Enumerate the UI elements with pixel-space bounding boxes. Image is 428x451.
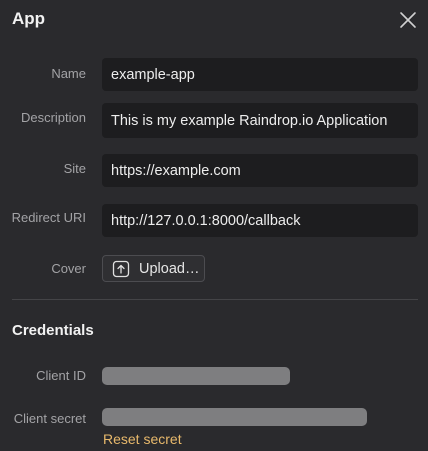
client-id-label: Client ID	[36, 368, 86, 383]
name-field[interactable]	[102, 58, 418, 91]
close-button[interactable]	[397, 9, 419, 31]
redirect-uri-label: Redirect URI	[11, 210, 86, 225]
site-label: Site	[63, 161, 86, 176]
upload-button[interactable]: Upload…	[102, 255, 205, 282]
divider	[12, 299, 418, 300]
credentials-heading: Credentials	[12, 322, 94, 339]
reset-secret-link[interactable]: Reset secret	[103, 431, 182, 447]
description-field[interactable]	[102, 103, 418, 138]
redirect-uri-field[interactable]	[102, 204, 418, 237]
cover-label: Cover	[51, 261, 86, 276]
name-label: Name	[51, 66, 86, 81]
close-icon	[400, 12, 416, 28]
site-field[interactable]	[102, 154, 418, 187]
upload-button-label: Upload…	[139, 260, 200, 277]
client-secret-masked-value[interactable]	[102, 408, 367, 426]
description-label: Description	[20, 110, 86, 125]
dialog-title: App	[12, 9, 46, 28]
dialog-header: App	[0, 0, 428, 38]
upload-icon	[112, 260, 130, 277]
client-id-masked-value[interactable]	[102, 367, 290, 385]
client-secret-label: Client secret	[13, 411, 86, 426]
